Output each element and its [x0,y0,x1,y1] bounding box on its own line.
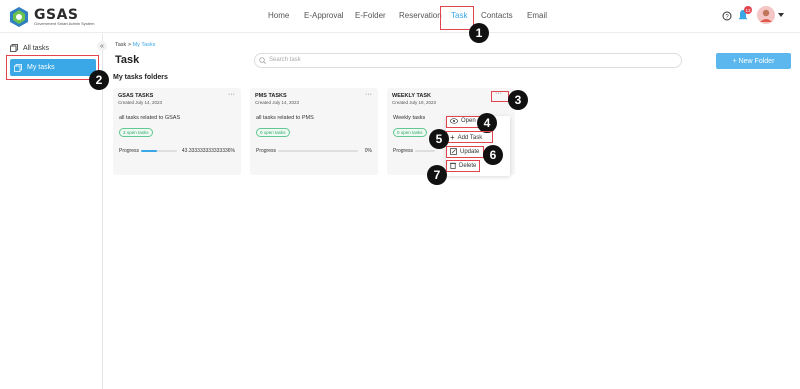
progress-bar [278,150,358,152]
progress-label: Progress [393,148,414,154]
nav-contacts[interactable]: Contacts [481,11,513,20]
nav-e-folder[interactable]: E-Folder [355,11,386,20]
progress-label: Progress [119,148,140,154]
open-tasks-badge: 3 open tasks [119,128,153,137]
collapse-sidebar-icon[interactable]: « [97,41,107,51]
gsas-logo-icon [10,7,28,27]
sidebar-item-label: All tasks [23,44,50,52]
callout-1: 1 [469,23,489,43]
card-created-date: Created July 14, 2023 [118,100,163,105]
top-nav-bar: GSAS Government Smart Admin System Home … [0,0,800,33]
search-input[interactable]: Search task [254,53,682,68]
folder-copy-icon [10,44,18,52]
avatar[interactable] [757,6,775,24]
progress-bar [415,150,435,152]
highlight-box-delete [446,160,480,172]
highlight-box-update [446,146,484,158]
progress-value: 43.333333333333336% [181,148,235,154]
highlight-box-open [446,116,480,128]
highlight-box-task [440,6,474,30]
breadcrumb: Task > My Tasks [115,42,155,48]
nav-email[interactable]: Email [527,11,547,20]
brand-logo[interactable]: GSAS Government Smart Admin System [8,6,94,28]
breadcrumb-current: My Tasks [132,42,156,48]
open-tasks-badge: 0 open tasks [256,128,290,137]
nav-reservation[interactable]: Reservation [399,11,442,20]
more-options-icon[interactable]: ··· [228,91,235,98]
progress-bar [141,150,177,152]
breadcrumb-root[interactable]: Task [115,42,126,48]
more-options-icon[interactable]: ··· [495,90,502,97]
card-description: Weekly tasks [393,115,426,121]
callout-2: 2 [89,70,109,90]
callout-7: 7 [427,165,447,185]
brand-name: GSAS [34,6,79,23]
section-title: My tasks folders [113,74,168,81]
folder-card-pms[interactable]: PMS TASKS Created July 14, 2023 ··· all … [250,88,378,175]
nav-e-approval[interactable]: E-Approval [304,11,344,20]
progress-value: 0% [364,148,372,154]
folder-card-gsas[interactable]: GSAS TASKS Created July 14, 2023 ··· all… [113,88,241,175]
brand-subtitle: Government Smart Admin System [34,20,95,26]
highlight-box-my-tasks [6,55,99,80]
nav-home[interactable]: Home [268,11,289,20]
card-created-date: Created July 14, 2023 [255,100,300,105]
open-tasks-badge: 0 open tasks [393,128,427,137]
card-title: GSAS TASKS [118,93,154,99]
callout-6: 6 [483,145,503,165]
chevron-down-icon[interactable] [778,13,784,18]
highlight-box-add-task [446,131,493,143]
sidebar [0,34,103,389]
more-options-icon[interactable]: ··· [365,91,372,98]
breadcrumb-separator: > [127,42,132,48]
sidebar-item-all-tasks[interactable]: All tasks [10,44,49,52]
search-icon [259,57,266,64]
progress-fill [141,150,157,152]
callout-3: 3 [508,90,528,110]
help-icon[interactable]: ? [722,11,732,21]
card-title: PMS TASKS [255,93,287,99]
progress-label: Progress [256,148,277,154]
new-folder-button[interactable]: + New Folder [716,53,791,69]
page-title: Task [115,54,140,66]
card-description: all tasks related to GSAS [119,115,181,121]
card-description: all tasks related to PMS [256,115,314,121]
notification-badge: 13 [744,6,752,14]
callout-4: 4 [477,113,497,133]
